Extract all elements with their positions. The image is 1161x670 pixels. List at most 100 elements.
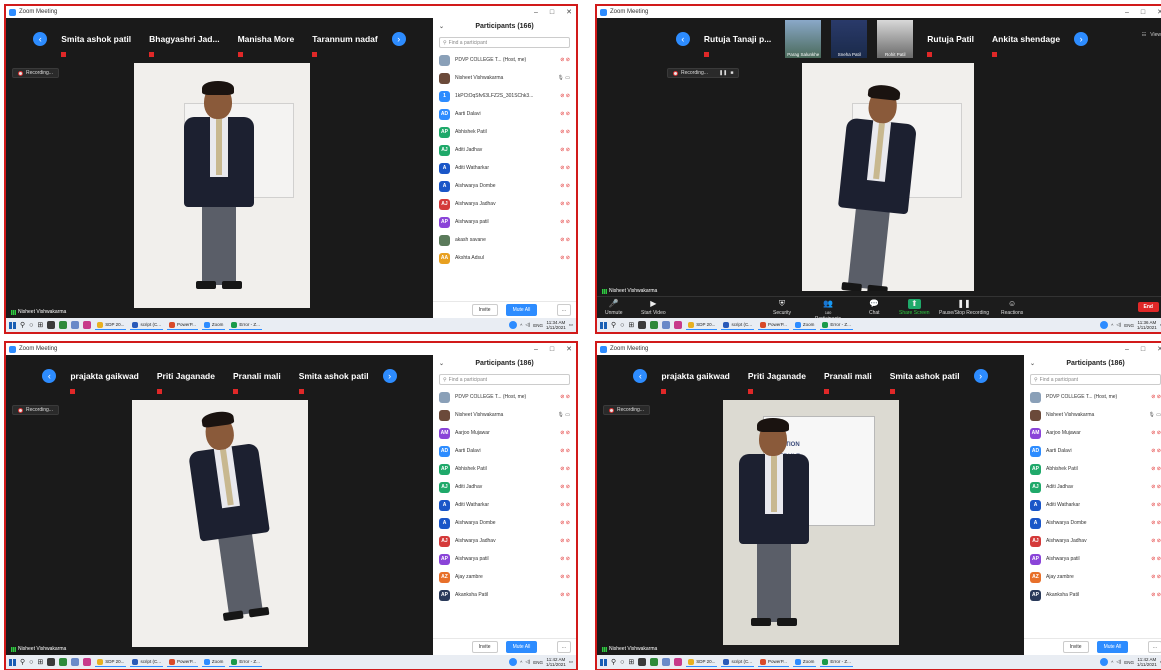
- participant-row[interactable]: AZ Ajay zambre ⊘ ⊘: [1024, 568, 1161, 586]
- previous-page-button[interactable]: ‹: [675, 32, 690, 46]
- language-indicator[interactable]: ENG: [1124, 660, 1134, 665]
- app-icon-pink[interactable]: [83, 321, 92, 329]
- search-icon[interactable]: ⚲: [611, 658, 616, 666]
- close-button[interactable]: ✕: [566, 8, 572, 16]
- participant-row[interactable]: A Aditi Watharkar ⊘ ⊘: [433, 159, 576, 177]
- recording-indicator[interactable]: Recording...: [603, 405, 650, 415]
- taskbar-clock[interactable]: 11:36 AM 1/11/2021: [1137, 320, 1157, 330]
- participant-row[interactable]: AZ Ajay zambre ⊘ ⊘: [433, 568, 576, 586]
- end-meeting-button[interactable]: End: [1137, 302, 1159, 312]
- participant-search-input[interactable]: ⚲ Find a participant: [439, 374, 570, 385]
- app-icon-blue[interactable]: [71, 321, 80, 329]
- next-page-button[interactable]: ›: [391, 32, 406, 46]
- help-icon[interactable]: [1100, 321, 1109, 329]
- more-options-button[interactable]: ...: [556, 641, 571, 653]
- participant-tile[interactable]: Priti Jaganade: [744, 356, 810, 396]
- taskbar-app[interactable]: Error - Z...: [820, 657, 853, 667]
- search-icon[interactable]: ⚲: [611, 321, 616, 329]
- volume-icon[interactable]: ◁): [1116, 659, 1121, 665]
- language-indicator[interactable]: ENG: [533, 660, 543, 665]
- taskbar-clock[interactable]: 11:34 AM 1/11/2021: [546, 320, 566, 330]
- participant-tile[interactable]: prajakta gaikwad: [657, 356, 734, 396]
- participant-row[interactable]: AJ Aditi Jadhav ⊘ ⊘: [433, 141, 576, 159]
- toolbar-reactions-button[interactable]: ☺ Reactions: [1001, 299, 1023, 316]
- windows-start-icon[interactable]: [600, 321, 607, 329]
- tray-overflow-icon[interactable]: ^: [1111, 323, 1113, 328]
- notifications-icon[interactable]: ▭: [569, 659, 573, 665]
- participant-row[interactable]: AM Aarjoo Mujawar ⊘ ⊘: [1024, 424, 1161, 442]
- participant-row[interactable]: PDVP COLLEGE T... (Host, me) ⊘ ⊘: [433, 51, 576, 69]
- toolbar-unmute-button[interactable]: 🎤 Unmute: [605, 299, 623, 316]
- tray-overflow-icon[interactable]: ^: [1111, 660, 1113, 665]
- taskbar-app[interactable]: script (C...: [721, 320, 754, 330]
- next-page-button[interactable]: ›: [382, 369, 397, 383]
- recording-indicator[interactable]: Recording...: [12, 68, 59, 78]
- participant-tile[interactable]: Tarannum nadaf: [308, 19, 382, 59]
- toolbar-security-button[interactable]: ⛨ Security: [773, 299, 791, 316]
- participant-tile[interactable]: Bhagyashri Jad...: [145, 19, 223, 59]
- participant-row[interactable]: AM Aarjoo Mujawar ⊘ ⊘: [433, 424, 576, 442]
- windows-start-icon[interactable]: [9, 658, 16, 666]
- minimize-button[interactable]: –: [1125, 9, 1129, 16]
- cortana-icon[interactable]: ○: [620, 659, 624, 666]
- participant-row[interactable]: AP Akanksha Patil ⊘ ⊘: [433, 586, 576, 604]
- taskbar-app[interactable]: script (C...: [130, 320, 163, 330]
- maximize-button[interactable]: □: [1141, 9, 1145, 16]
- taskbar-app[interactable]: Error - Z...: [820, 320, 853, 330]
- app-icon-blue[interactable]: [662, 321, 671, 329]
- participant-row[interactable]: PDVP COLLEGE T... (Host, me) ⊘ ⊘: [1024, 388, 1161, 406]
- participant-row[interactable]: AP Aishwarya patil ⊘ ⊘: [433, 213, 576, 231]
- help-icon[interactable]: [509, 658, 518, 666]
- participant-search-input[interactable]: ⚲ Find a participant: [439, 37, 570, 48]
- taskbar-app[interactable]: script (C...: [130, 657, 163, 667]
- close-button[interactable]: ✕: [566, 345, 572, 353]
- taskbar-app[interactable]: script (C...: [721, 657, 754, 667]
- previous-page-button[interactable]: ‹: [33, 32, 48, 46]
- cortana-icon[interactable]: ○: [29, 322, 33, 329]
- participant-row[interactable]: akash savane ⊘ ⊘: [433, 231, 576, 249]
- participant-search-input[interactable]: ⚲ Find a participant: [1030, 374, 1161, 385]
- participant-row[interactable]: AD Aarti Dalavi ⊘ ⊘: [1024, 442, 1161, 460]
- store-icon[interactable]: [638, 658, 647, 666]
- toolbar-chat-button[interactable]: 💬 Chat: [869, 299, 880, 316]
- participant-row[interactable]: AA Akshta Adsul ⊘ ⊘: [433, 249, 576, 267]
- toolbar-share-screen-button[interactable]: ⬆ Share Screen: [899, 299, 930, 316]
- invite-button[interactable]: Invite: [1062, 641, 1089, 653]
- participant-row[interactable]: Nisheet Vishwakarma 🎙 ▭: [433, 406, 576, 424]
- participant-row[interactable]: Nisheet Vishwakarma 🎙 ▭: [433, 69, 576, 87]
- participant-row[interactable]: A Aishwarya Dombe ⊘ ⊘: [433, 514, 576, 532]
- close-button[interactable]: ✕: [1157, 8, 1161, 16]
- participant-row[interactable]: AP Abhishek Patil ⊘ ⊘: [433, 123, 576, 141]
- participant-row[interactable]: AP Abhishek Patil ⊘ ⊘: [433, 460, 576, 478]
- minimize-button[interactable]: –: [534, 9, 538, 16]
- participant-row[interactable]: AJ Aishwarya Jadhav ⊘ ⊘: [433, 195, 576, 213]
- maximize-button[interactable]: □: [550, 346, 554, 353]
- tray-overflow-icon[interactable]: ^: [520, 323, 522, 328]
- store-icon[interactable]: [638, 321, 647, 329]
- participant-row[interactable]: AP Aishwarya patil ⊘ ⊘: [1024, 550, 1161, 568]
- taskbar-app[interactable]: Error - Z...: [229, 657, 262, 667]
- taskbar-app[interactable]: PowerP...: [166, 320, 198, 330]
- help-icon[interactable]: [1100, 658, 1109, 666]
- invite-button[interactable]: Invite: [471, 304, 498, 316]
- previous-page-button[interactable]: ‹: [633, 369, 648, 383]
- volume-icon[interactable]: ◁): [525, 659, 530, 665]
- taskbar-app[interactable]: PowerP...: [757, 320, 789, 330]
- notifications-icon[interactable]: ▭: [569, 322, 573, 328]
- mute-all-button[interactable]: Mute All: [505, 641, 538, 653]
- app-icon-green[interactable]: [59, 321, 68, 329]
- recording-indicator[interactable]: Recording...: [12, 405, 59, 415]
- language-indicator[interactable]: ENG: [533, 323, 543, 328]
- participant-row[interactable]: PDVP COLLEGE T... (Host, me) ⊘ ⊘: [433, 388, 576, 406]
- participant-row[interactable]: A Aishwarya Dombe ⊘ ⊘: [1024, 514, 1161, 532]
- taskbar-app[interactable]: SDP 20...: [686, 657, 718, 667]
- taskbar-app[interactable]: PowerP...: [166, 657, 198, 667]
- maximize-button[interactable]: □: [550, 9, 554, 16]
- previous-page-button[interactable]: ‹: [42, 369, 57, 383]
- taskbar-clock[interactable]: 11:42 AM 1/11/2021: [1137, 657, 1157, 667]
- participant-row[interactable]: AJ Aishwarya Jadhav ⊘ ⊘: [1024, 532, 1161, 550]
- chevron-down-icon[interactable]: ⌄: [1030, 360, 1035, 367]
- participant-row[interactable]: AP Akanksha Patil ⊘ ⊘: [1024, 586, 1161, 604]
- app-icon-blue[interactable]: [662, 658, 671, 666]
- maximize-button[interactable]: □: [1141, 346, 1145, 353]
